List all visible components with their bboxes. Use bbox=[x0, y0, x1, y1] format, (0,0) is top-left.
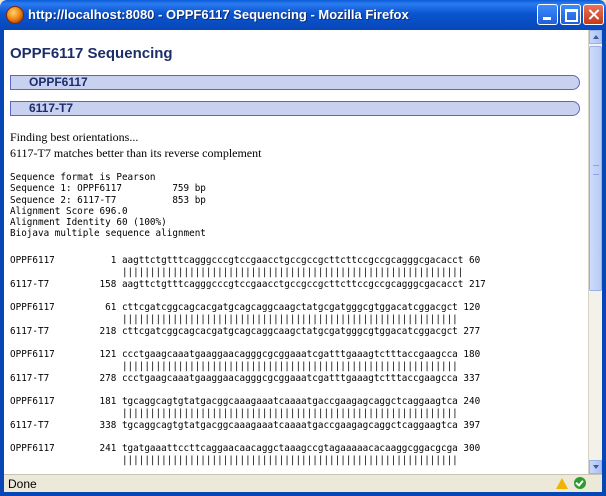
alignment-match-row: ||||||||||||||||||||||||||||||||||||||||… bbox=[10, 408, 458, 419]
alignment-subject-row: 6117-T7 218 cttcgatcggcagcacgatgcagcaggc… bbox=[10, 326, 481, 337]
close-button[interactable] bbox=[583, 4, 604, 25]
minimize-button[interactable] bbox=[537, 4, 558, 25]
alignment-match-row: ||||||||||||||||||||||||||||||||||||||||… bbox=[10, 455, 458, 466]
sequence-bar-label: 6117-T7 bbox=[29, 101, 74, 115]
alignment-match-row: ||||||||||||||||||||||||||||||||||||||||… bbox=[10, 267, 464, 278]
alignment-query-row: OPPF6117 61 cttcgatcggcagcacgatgcagcaggc… bbox=[10, 302, 481, 313]
alignment-block: OPPF6117 181 tgcaggcagtgtatgacggcaaagaaa… bbox=[10, 396, 486, 432]
status-text: Done bbox=[8, 477, 37, 491]
alignment-blocks: OPPF6117 1 aagttctgtttcagggcccgtccgaacct… bbox=[10, 255, 486, 474]
alignment-summary-line: Sequence format is Pearson bbox=[10, 172, 156, 183]
alignment-match-row: ||||||||||||||||||||||||||||||||||||||||… bbox=[10, 314, 458, 325]
alignment-block: OPPF6117 1 aagttctgtttcagggcccgtccgaacct… bbox=[10, 255, 486, 291]
alignment-query-row: OPPF6117 241 tgatgaaattccttcaggaacaacagg… bbox=[10, 443, 481, 454]
alignment-query-row: OPPF6117 121 ccctgaagcaaatgaaggaacagggcg… bbox=[10, 349, 481, 360]
sequence-bar-label: OPPF6117 bbox=[29, 75, 88, 89]
firefox-icon bbox=[6, 6, 24, 24]
alignment-block: OPPF6117 121 ccctgaagcaaatgaaggaacagggcg… bbox=[10, 349, 486, 385]
alignment-subject-row: 6117-T7 158 aagttctgtttcagggcccgtccgaacc… bbox=[10, 279, 486, 290]
sequence-bar-oppf6117: OPPF6117 bbox=[10, 75, 580, 90]
alignment-summary-line: Sequence 2: 6117-T7 853 bp bbox=[10, 194, 206, 206]
title-bar: http://localhost:8080 - OPPF6117 Sequenc… bbox=[0, 0, 606, 30]
alignment-query-row: OPPF6117 1 aagttctgtttcagggcccgtccgaacct… bbox=[10, 255, 481, 266]
alignment-subject-row: 6117-T7 338 tgcaggcagtgtatgacggcaaagaaat… bbox=[10, 420, 481, 431]
check-icon[interactable] bbox=[574, 477, 586, 489]
scroll-grip-icon bbox=[593, 165, 599, 175]
warning-icon[interactable] bbox=[556, 478, 568, 489]
page-content: OPPF6117 Sequencing OPPF6117 6117-T7 Fin… bbox=[4, 30, 588, 474]
alignment-match-row: ||||||||||||||||||||||||||||||||||||||||… bbox=[10, 361, 458, 372]
window-frame-bottom bbox=[0, 492, 606, 496]
status-bar: Done bbox=[4, 474, 602, 492]
maximize-button[interactable] bbox=[560, 4, 581, 25]
alignment-summary-line: Alignment Identity 60 (100%) bbox=[10, 217, 167, 229]
alignment-block: OPPF6117 61 cttcgatcggcagcacgatgcagcaggc… bbox=[10, 302, 486, 338]
scroll-down-icon[interactable] bbox=[589, 460, 602, 474]
status-message: 6117-T7 matches better than its reverse … bbox=[10, 146, 262, 160]
alignment-summary: Sequence format is Pearson Sequence 1: OP… bbox=[10, 172, 206, 240]
alignment-query-row: OPPF6117 181 tgcaggcagtgtatgacggcaaagaaa… bbox=[10, 396, 481, 407]
window-frame-right bbox=[602, 30, 606, 496]
window-title: http://localhost:8080 - OPPF6117 Sequenc… bbox=[28, 7, 409, 22]
scroll-up-icon[interactable] bbox=[589, 30, 602, 44]
alignment-summary-line: Sequence 1: OPPF6117 759 bp bbox=[10, 183, 206, 195]
alignment-summary-line: Biojava multiple sequence alignment bbox=[10, 228, 206, 240]
sequence-bar-6117-t7: 6117-T7 bbox=[10, 101, 580, 116]
alignment-summary-line: Alignment Score 696.0 bbox=[10, 205, 128, 217]
vertical-scrollbar[interactable] bbox=[588, 30, 602, 474]
alignment-subject-row: 6117-T7 278 ccctgaagcaaatgaaggaacagggcgc… bbox=[10, 373, 481, 384]
page-title: OPPF6117 Sequencing bbox=[10, 45, 173, 62]
alignment-block: OPPF6117 241 tgatgaaattccttcaggaacaacagg… bbox=[10, 443, 486, 467]
status-message: Finding best orientations... bbox=[10, 130, 139, 144]
scroll-thumb[interactable] bbox=[589, 46, 602, 291]
